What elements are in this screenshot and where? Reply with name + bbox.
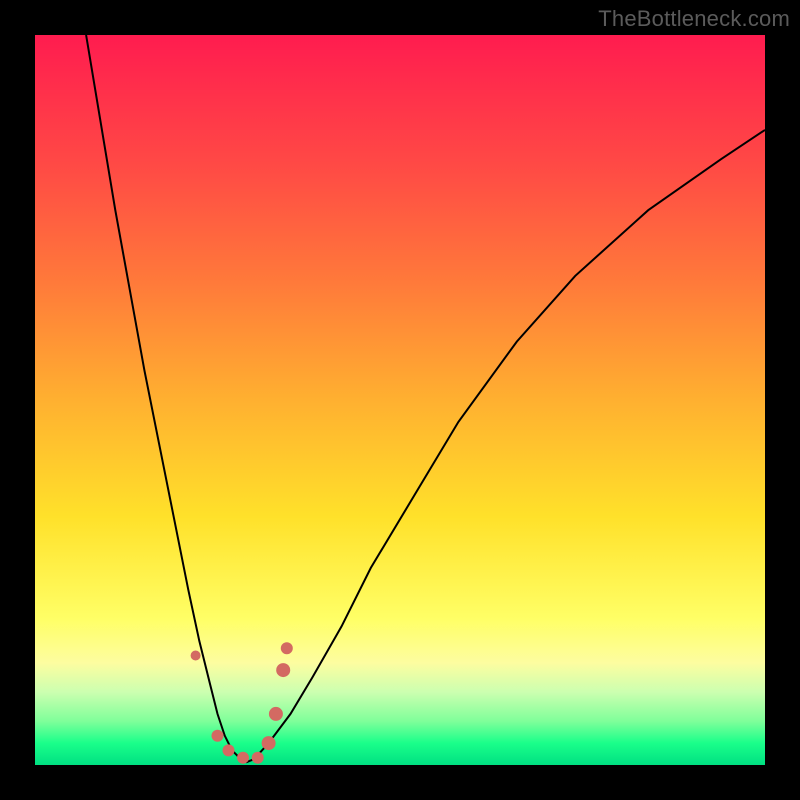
highlight-dot [191,651,201,661]
chart-frame: TheBottleneck.com [0,0,800,800]
highlight-dot [262,736,276,750]
highlight-dot [269,707,283,721]
plot-area [35,35,765,765]
highlight-dots-group [191,642,293,764]
bottleneck-curve [86,35,765,762]
highlight-dot [276,663,290,677]
highlight-dot [223,744,235,756]
highlight-dot [252,752,264,764]
bottleneck-curve-svg [35,35,765,765]
watermark-text: TheBottleneck.com [598,6,790,32]
highlight-dot [212,730,224,742]
highlight-dot [281,642,293,654]
highlight-dot [237,752,249,764]
